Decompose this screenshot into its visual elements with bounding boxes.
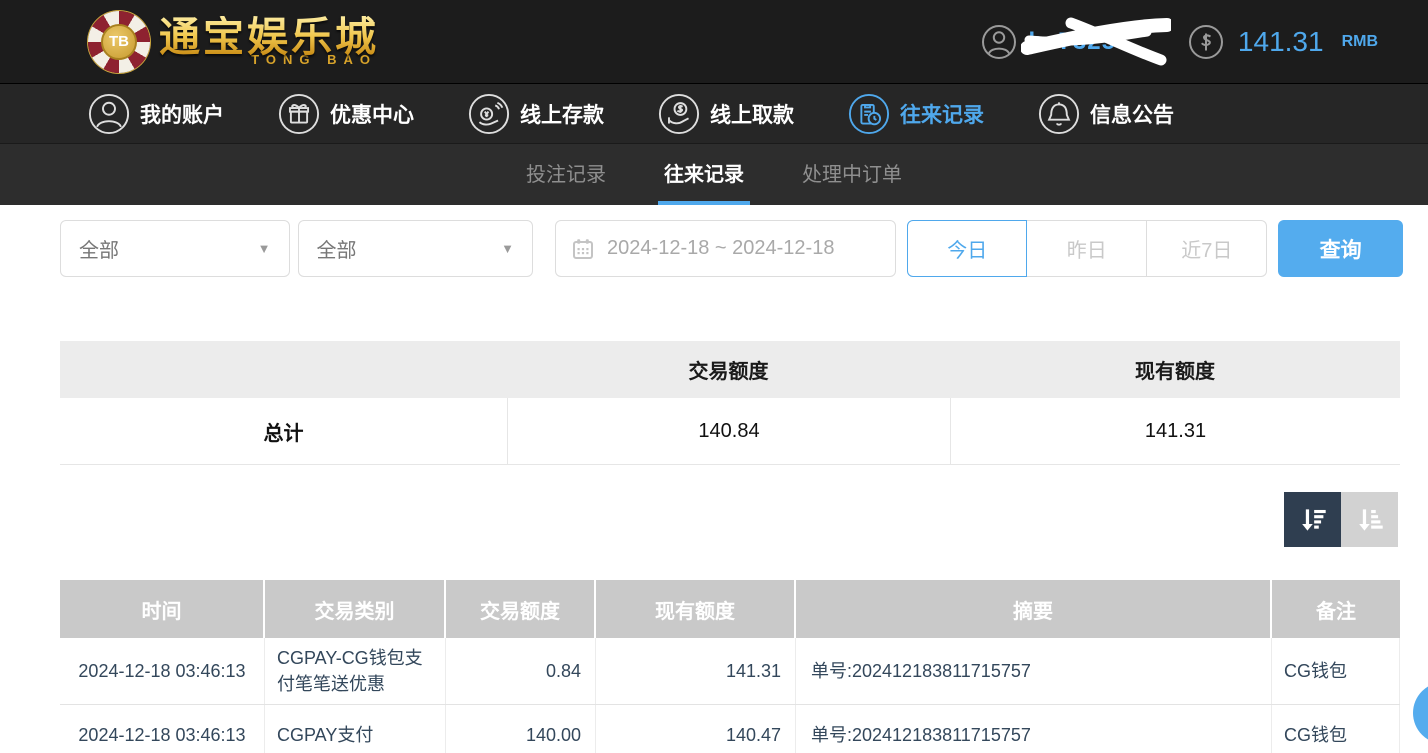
yesterday-button[interactable]: 昨日 [1027, 220, 1147, 277]
nav-item-announcements[interactable]: 信息公告 [1038, 93, 1174, 135]
col-header-amount: 交易额度 [446, 580, 596, 638]
table-row: 2024-12-18 03:46:13 CGPAY-CG钱包支付笔笔送优惠 0.… [60, 638, 1400, 705]
topbar-right: bc7325 141.31 RMB [981, 24, 1378, 60]
nav-label: 我的账户 [140, 99, 224, 129]
balance-amount: 141.31 [1238, 26, 1324, 58]
summary-total-row: 总计 140.84 141.31 [60, 398, 1400, 465]
search-button[interactable]: 查询 [1278, 220, 1403, 277]
sort-descending-icon [1298, 505, 1328, 535]
nav-label: 线上存款 [520, 99, 604, 129]
sort-descending-button[interactable] [1284, 492, 1341, 547]
records-icon [848, 93, 890, 135]
nav-label: 往来记录 [900, 99, 984, 129]
brand-text: 通宝娱乐城 TONG BAO [159, 16, 379, 67]
cell-amount: 0.84 [446, 638, 596, 704]
deposit-icon [468, 93, 510, 135]
quick-date-buttons: 今日 昨日 近7日 [907, 220, 1267, 277]
user-icon [981, 24, 1017, 60]
summary-header-transaction: 交易额度 [507, 341, 950, 398]
balance-currency: RMB [1342, 33, 1378, 51]
dollar-icon [1188, 24, 1224, 60]
nav-item-transaction-records[interactable]: 往来记录 [848, 93, 984, 135]
col-header-balance: 现有额度 [596, 580, 796, 638]
today-button[interactable]: 今日 [907, 220, 1027, 277]
withdraw-icon [658, 93, 700, 135]
filter-bar: 全部 ▼ 全部 ▼ 2024-12-18 ~ 2024-12-18 今日 昨日 … [60, 220, 1403, 277]
main-nav: 我的账户 优惠中心 线上存款 线上取款 [0, 83, 1428, 143]
topbar: TB 通宝娱乐城 TONG BAO bc7325 [0, 0, 1428, 83]
balance[interactable]: 141.31 RMB [1188, 24, 1378, 60]
nav-item-my-account[interactable]: 我的账户 [88, 93, 224, 135]
chip-label: TB [101, 24, 137, 60]
cell-note: CG钱包 [1272, 638, 1400, 704]
nav-label: 优惠中心 [330, 99, 414, 129]
chevron-down-icon: ▼ [501, 241, 514, 256]
col-header-type: 交易类别 [265, 580, 446, 638]
user-account[interactable]: bc7325 [981, 24, 1116, 60]
nav-item-promotions[interactable]: 优惠中心 [278, 93, 414, 135]
cell-balance: 141.31 [596, 638, 796, 704]
select-value: 全部 [79, 234, 119, 263]
bell-icon [1038, 93, 1080, 135]
last-7-days-button[interactable]: 近7日 [1147, 220, 1267, 277]
summary-table: 交易额度 现有额度 总计 140.84 141.31 [60, 341, 1400, 465]
calendar-icon [572, 238, 594, 260]
sort-ascending-button[interactable] [1341, 492, 1398, 547]
summary-header-balance: 现有额度 [950, 341, 1400, 398]
cell-type: CGPAY-CG钱包支付笔笔送优惠 [265, 638, 446, 704]
type-select-2[interactable]: 全部 ▼ [298, 220, 534, 277]
cell-type: CGPAY支付 [265, 705, 446, 753]
tab-betting-records[interactable]: 投注记录 [520, 144, 612, 205]
nav-label: 线上取款 [710, 99, 794, 129]
brand-logo[interactable]: TB 通宝娱乐城 TONG BAO [88, 11, 379, 73]
cell-balance: 140.47 [596, 705, 796, 753]
cell-summary: 单号:202412183811715757 [796, 638, 1272, 704]
col-header-time: 时间 [60, 580, 265, 638]
tab-transaction-records[interactable]: 往来记录 [658, 144, 750, 205]
cell-time: 2024-12-18 03:46:13 [60, 705, 265, 753]
tab-pending-orders[interactable]: 处理中订单 [796, 144, 908, 205]
chevron-down-icon: ▼ [258, 241, 271, 256]
summary-header-empty [60, 341, 507, 398]
poker-chip-icon: TB [88, 11, 150, 73]
user-icon [88, 93, 130, 135]
table-row: 2024-12-18 03:46:13 CGPAY支付 140.00 140.4… [60, 705, 1400, 753]
col-header-summary: 摘要 [796, 580, 1272, 638]
summary-header-row: 交易额度 现有额度 [60, 341, 1400, 398]
transactions-table: 时间 交易类别 交易额度 现有额度 摘要 备注 2024-12-18 03:46… [60, 580, 1400, 753]
gift-icon [278, 93, 320, 135]
date-range-value: 2024-12-18 ~ 2024-12-18 [607, 237, 834, 260]
page: TB 通宝娱乐城 TONG BAO bc7325 [0, 0, 1428, 753]
type-select-1[interactable]: 全部 ▼ [60, 220, 290, 277]
nav-item-deposit[interactable]: 线上存款 [468, 93, 604, 135]
select-value: 全部 [317, 234, 357, 263]
sort-controls [0, 492, 1398, 547]
table-header-row: 时间 交易类别 交易额度 现有额度 摘要 备注 [60, 580, 1400, 638]
nav-label: 信息公告 [1090, 99, 1174, 129]
cell-summary: 单号:202412183811715757 [796, 705, 1272, 753]
customer-service-float-button[interactable] [1413, 682, 1428, 744]
brand-title: 通宝娱乐城 [159, 16, 379, 59]
nav-item-withdraw[interactable]: 线上取款 [658, 93, 794, 135]
summary-balance-total: 141.31 [950, 398, 1400, 464]
summary-transaction-total: 140.84 [507, 398, 950, 464]
date-range-input[interactable]: 2024-12-18 ~ 2024-12-18 [555, 220, 896, 277]
summary-total-label: 总计 [60, 398, 507, 464]
records-tabs: 投注记录 往来记录 处理中订单 [0, 143, 1428, 205]
cell-amount: 140.00 [446, 705, 596, 753]
username-text: bc7325 [1029, 28, 1116, 56]
cell-time: 2024-12-18 03:46:13 [60, 638, 265, 704]
cell-note: CG钱包 [1272, 705, 1400, 753]
col-header-note: 备注 [1272, 580, 1400, 638]
sort-ascending-icon [1355, 505, 1385, 535]
